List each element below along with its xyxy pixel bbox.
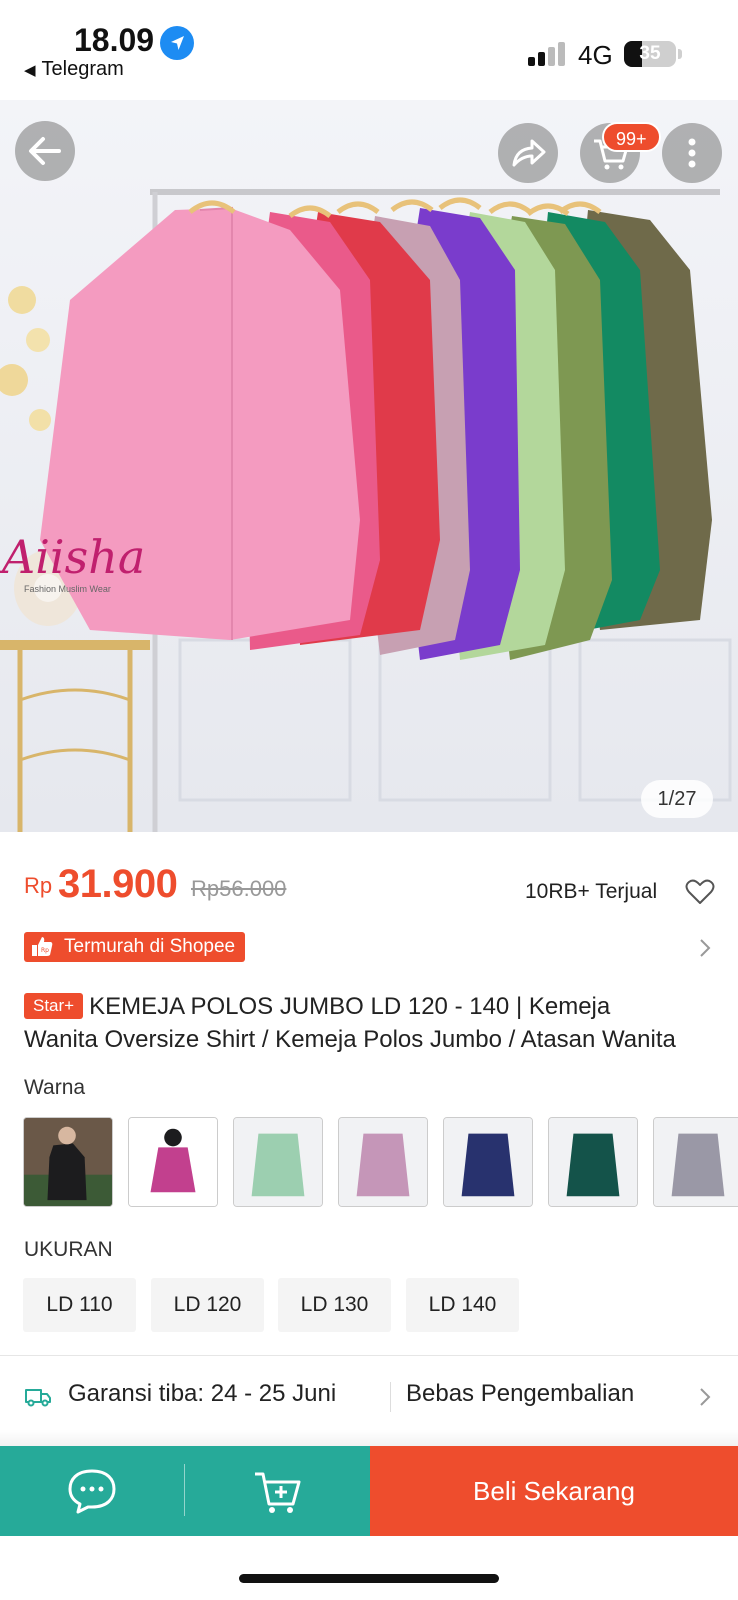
- share-icon: [512, 139, 546, 167]
- chat-icon: [68, 1469, 116, 1514]
- share-button[interactable]: [498, 123, 558, 183]
- more-options-button[interactable]: [662, 123, 722, 183]
- cellular-signal-icon: [528, 40, 568, 66]
- price: 31.900: [58, 862, 178, 906]
- brand-tagline: Fashion Muslim Wear: [24, 584, 111, 594]
- color-swatch[interactable]: [23, 1117, 113, 1207]
- color-swatch[interactable]: [128, 1117, 218, 1207]
- color-swatch-list: [23, 1117, 738, 1207]
- back-triangle-icon: ◀: [24, 62, 36, 79]
- shadow-divider: [0, 1430, 738, 1446]
- status-time: 18.09: [74, 22, 155, 58]
- color-swatch[interactable]: [443, 1117, 533, 1207]
- color-swatch[interactable]: [653, 1117, 738, 1207]
- size-option[interactable]: LD 130: [278, 1278, 391, 1332]
- size-option[interactable]: LD 140: [406, 1278, 519, 1332]
- product-title-line2: Wanita Oversize Shirt / Kemeja Polos Jum…: [24, 1026, 676, 1053]
- free-returns[interactable]: Bebas Pengembalian: [406, 1380, 634, 1408]
- buy-now-button[interactable]: Beli Sekarang: [370, 1446, 738, 1536]
- thumbs-up-icon: Rp: [32, 937, 53, 956]
- home-indicator[interactable]: [239, 1574, 499, 1583]
- separator: [390, 1382, 391, 1412]
- cart-count-badge: 99+: [602, 122, 661, 152]
- original-price: Rp56.000: [191, 876, 287, 901]
- delivery-truck-icon: [25, 1389, 51, 1407]
- image-counter: 1/27: [641, 780, 713, 818]
- more-vertical-icon: [688, 138, 696, 168]
- add-to-cart-button[interactable]: [185, 1446, 370, 1536]
- delivery-guarantee[interactable]: Garansi tiba: 24 - 25 Juni: [68, 1380, 336, 1408]
- add-to-cart-icon: [255, 1472, 301, 1513]
- product-photo: [0, 100, 738, 832]
- product-title: Star+ KEMEJA POLOS JUMBO LD 120 - 140 | K…: [24, 990, 720, 1056]
- divider: [0, 1355, 738, 1356]
- star-plus-badge: Star+: [24, 993, 84, 1019]
- product-image-gallery[interactable]: Aiisha Fashion Muslim Wear: [0, 100, 738, 832]
- size-label: UKURAN: [24, 1238, 113, 1261]
- cheapest-badge[interactable]: Rp Termurah di Shopee: [24, 932, 246, 962]
- back-arrow-icon: [29, 137, 61, 165]
- color-label: Warna: [24, 1076, 86, 1099]
- network-type: 4G: [578, 40, 613, 70]
- brand-logo: Aiisha: [2, 530, 146, 584]
- product-title-line1: KEMEJA POLOS JUMBO LD 120 - 140 | Kemeja: [89, 993, 611, 1020]
- back-app-label: Telegram: [41, 58, 124, 80]
- battery-tip: [678, 49, 682, 59]
- price-currency: Rp: [24, 873, 53, 898]
- size-option[interactable]: LD 120: [151, 1278, 264, 1332]
- back-button[interactable]: [15, 121, 75, 181]
- chevron-right-icon[interactable]: [698, 937, 712, 959]
- back-to-app-link[interactable]: ◀ Telegram: [24, 58, 124, 81]
- battery-level: 35: [639, 43, 661, 64]
- chat-button[interactable]: [0, 1446, 184, 1536]
- size-option[interactable]: LD 110: [23, 1278, 136, 1332]
- location-arrow-icon: [160, 26, 194, 60]
- heart-icon[interactable]: [685, 878, 715, 906]
- sold-count: 10RB+ Terjual: [525, 880, 658, 903]
- status-bar: 18.09 ◀ Telegram 4G 35: [0, 0, 738, 100]
- chevron-right-icon[interactable]: [698, 1386, 712, 1408]
- svg-text:Rp: Rp: [41, 947, 49, 954]
- color-swatch[interactable]: [233, 1117, 323, 1207]
- cheapest-badge-label: Termurah di Shopee: [64, 936, 236, 957]
- battery-icon: 35: [624, 41, 676, 67]
- color-swatch[interactable]: [548, 1117, 638, 1207]
- color-swatch[interactable]: [338, 1117, 428, 1207]
